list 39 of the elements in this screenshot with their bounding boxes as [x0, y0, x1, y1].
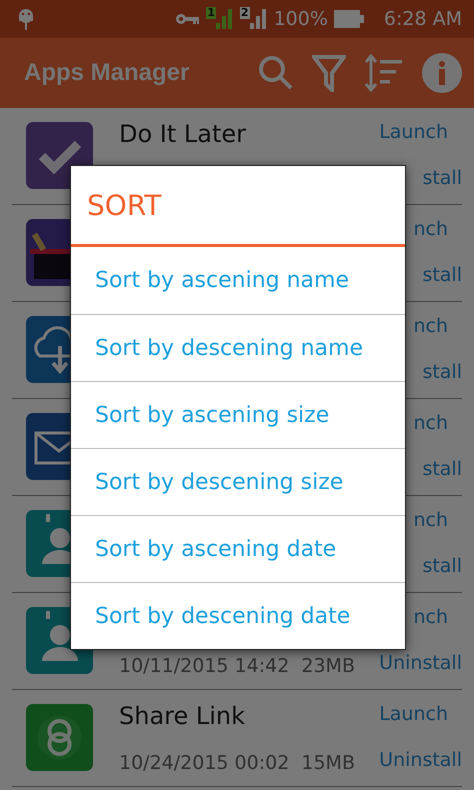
- signal-icon: [250, 9, 268, 29]
- app-details: 10/11/2015 14:42 23MB: [119, 655, 356, 677]
- launch-link[interactable]: Launch: [379, 703, 448, 725]
- app-name: Share Link: [119, 702, 246, 732]
- search-icon[interactable]: [258, 55, 294, 91]
- sort-option[interactable]: Sort by descening size: [71, 448, 405, 515]
- uninstall-link[interactable]: stall: [422, 361, 462, 383]
- battery-icon: [334, 10, 364, 28]
- key-icon: [176, 13, 200, 25]
- launch-link[interactable]: nch: [413, 218, 448, 240]
- sort-option[interactable]: Sort by ascening date: [71, 515, 405, 582]
- launch-link[interactable]: nch: [413, 315, 448, 337]
- android-icon: [18, 7, 34, 31]
- sort-option[interactable]: Sort by ascening size: [71, 381, 405, 448]
- filter-icon[interactable]: [312, 54, 346, 92]
- sim-label: 2: [240, 7, 250, 19]
- app-title: Apps Manager: [24, 59, 190, 87]
- signal-icon: [216, 9, 234, 29]
- sim-label: 1: [206, 7, 216, 19]
- uninstall-link[interactable]: stall: [422, 458, 462, 480]
- launch-link[interactable]: nch: [413, 509, 448, 531]
- battery-percent: 100%: [274, 8, 328, 30]
- sort-option[interactable]: Sort by descening date: [71, 582, 405, 649]
- rings-app-icon: [26, 704, 93, 771]
- app-name: Do It Later: [119, 120, 248, 150]
- uninstall-link[interactable]: Uninstall: [379, 652, 462, 674]
- clock: 6:28 AM: [384, 8, 462, 30]
- uninstall-link[interactable]: stall: [422, 555, 462, 577]
- launch-link[interactable]: Launch: [379, 121, 448, 143]
- uninstall-link[interactable]: stall: [422, 167, 462, 189]
- launch-link[interactable]: nch: [413, 412, 448, 434]
- sort-option[interactable]: Sort by descening name: [71, 314, 405, 381]
- launch-link[interactable]: nch: [413, 606, 448, 628]
- uninstall-link[interactable]: Uninstall: [379, 749, 462, 771]
- sort-option[interactable]: Sort by ascening name: [71, 247, 405, 314]
- sort-icon[interactable]: [364, 54, 404, 92]
- info-icon[interactable]: [422, 53, 462, 93]
- uninstall-link[interactable]: stall: [422, 264, 462, 286]
- app-details: 10/24/2015 00:02 15MB: [119, 752, 356, 774]
